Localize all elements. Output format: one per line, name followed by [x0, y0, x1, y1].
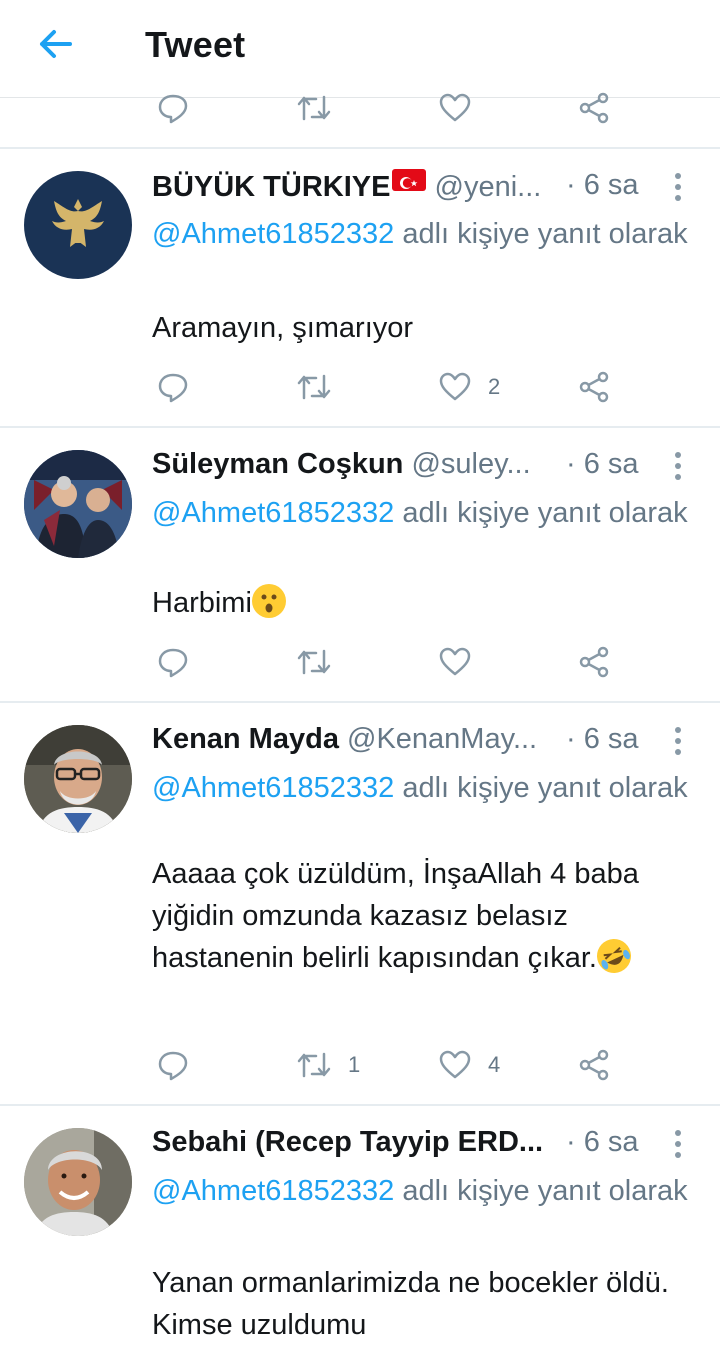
like-icon[interactable]: [438, 642, 472, 682]
tweet-time: · 6 sa: [566, 723, 639, 755]
profile-photo: [24, 450, 132, 558]
reply-context: @Ahmet61852332 adlı kişiye yanıt olarak: [152, 1170, 692, 1213]
like-count: 4: [488, 1052, 501, 1077]
retweet-icon[interactable]: [296, 88, 332, 128]
reply-icon[interactable]: [156, 88, 190, 128]
turkish-flag-icon: [392, 169, 427, 191]
top-bar: Tweet: [0, 0, 720, 98]
rolling-laughing-emoji-icon: [591, 933, 637, 979]
avatar[interactable]: [24, 725, 132, 833]
tweet-header: Sebahi (Recep Tayyip ERD...: [152, 1126, 562, 1159]
reply-context-text: adlı kişiye yanıt olarak: [394, 772, 688, 804]
like-icon: [438, 1049, 472, 1081]
like-icon[interactable]: [438, 88, 472, 128]
reply-context: @Ahmet61852332 adlı kişiye yanıt olarak: [152, 767, 692, 810]
avatar[interactable]: [24, 171, 132, 279]
mention-link[interactable]: @Ahmet61852332: [152, 1175, 394, 1207]
tweet-text: Aaaaa çok üzüldüm, İnşaAllah 4 baba yiği…: [152, 858, 639, 974]
tweet-time: · 6 sa: [566, 448, 639, 480]
tweet-header: Kenan Mayda @KenanMay...: [152, 723, 632, 756]
reply-context: @Ahmet61852332 adlı kişiye yanıt olarak: [152, 492, 692, 535]
profile-photo: [24, 725, 132, 833]
retweet-button[interactable]: 1: [296, 1045, 360, 1085]
tweet[interactable]: Sebahi (Recep Tayyip ERD... · 6 sa @Ahme…: [0, 1106, 720, 1360]
tweet-actions: [0, 642, 720, 682]
tweet-text: Yanan ormanlarimizda ne bocekler öldü. K…: [152, 1267, 669, 1341]
retweet-icon[interactable]: [296, 642, 332, 682]
user-handle[interactable]: @KenanMay...: [347, 723, 537, 755]
display-name[interactable]: Süleyman Coşkun: [152, 448, 403, 480]
tweet[interactable]: Süleyman Coşkun @suley... · 6 sa @Ahmet6…: [0, 428, 720, 701]
reply-context-text: adlı kişiye yanıt olarak: [394, 218, 688, 250]
back-arrow-icon[interactable]: [34, 24, 78, 64]
display-name[interactable]: BÜYÜK TÜRKIYE: [152, 171, 390, 203]
reply-icon[interactable]: [156, 1045, 190, 1085]
tweet[interactable]: Kenan Mayda @KenanMay... · 6 sa @Ahmet61…: [0, 703, 720, 1104]
tweet-text: Aramayın, şımarıyor: [152, 312, 414, 344]
tweet[interactable]: BÜYÜK TÜRKIYE @yeni... · 6 sa @Ahmet6185…: [0, 149, 720, 426]
display-name[interactable]: Kenan Mayda: [152, 723, 339, 755]
share-icon[interactable]: [577, 367, 611, 407]
reply-icon[interactable]: [156, 642, 190, 682]
user-handle[interactable]: @suley...: [411, 448, 530, 480]
like-count: 2: [488, 374, 501, 399]
mention-link[interactable]: @Ahmet61852332: [152, 772, 394, 804]
mention-link[interactable]: @Ahmet61852332: [152, 218, 394, 250]
share-icon[interactable]: [577, 88, 611, 128]
reply-icon[interactable]: [156, 367, 190, 407]
page-title: Tweet: [145, 24, 246, 65]
share-icon[interactable]: [577, 642, 611, 682]
tweet-text: Harbimi: [152, 587, 252, 619]
more-icon[interactable]: [668, 171, 688, 203]
share-icon[interactable]: [577, 1045, 611, 1085]
previous-tweet-actions: [0, 88, 720, 128]
retweet-icon: [296, 1048, 332, 1082]
tweet-text-container: Aaaaa çok üzüldüm, İnşaAllah 4 baba yiği…: [152, 853, 692, 979]
more-icon[interactable]: [668, 1128, 688, 1160]
tweet-time: · 6 sa: [566, 169, 639, 201]
tweet-actions: 1 4: [0, 1045, 720, 1085]
astonished-face-emoji-icon: [251, 584, 286, 618]
reply-context: @Ahmet61852332 adlı kişiye yanıt olarak: [152, 213, 692, 256]
reply-context-text: adlı kişiye yanıt olarak: [394, 497, 688, 529]
tweet-actions: 2: [0, 367, 720, 407]
more-icon[interactable]: [668, 450, 688, 482]
profile-photo: [24, 1128, 132, 1236]
tweet-time: · 6 sa: [566, 1126, 639, 1158]
avatar[interactable]: [24, 1128, 132, 1236]
reply-context-text: adlı kişiye yanıt olarak: [394, 1175, 688, 1207]
tweet-header: BÜYÜK TÜRKIYE @yeni...: [152, 169, 632, 204]
tweet-header: Süleyman Coşkun @suley...: [152, 448, 632, 481]
display-name[interactable]: Sebahi (Recep Tayyip ERD...: [152, 1126, 543, 1158]
like-button[interactable]: 2: [438, 367, 500, 407]
user-handle[interactable]: @yeni...: [435, 171, 542, 203]
like-button[interactable]: 4: [438, 1045, 500, 1085]
avatar[interactable]: [24, 450, 132, 558]
retweet-count: 1: [348, 1052, 361, 1077]
more-icon[interactable]: [668, 725, 688, 757]
like-icon: [438, 371, 472, 403]
mention-link[interactable]: @Ahmet61852332: [152, 497, 394, 529]
eagle-emblem-icon: [52, 199, 104, 247]
tweet-text-container: Harbimi: [152, 582, 712, 624]
retweet-icon[interactable]: [296, 367, 332, 407]
